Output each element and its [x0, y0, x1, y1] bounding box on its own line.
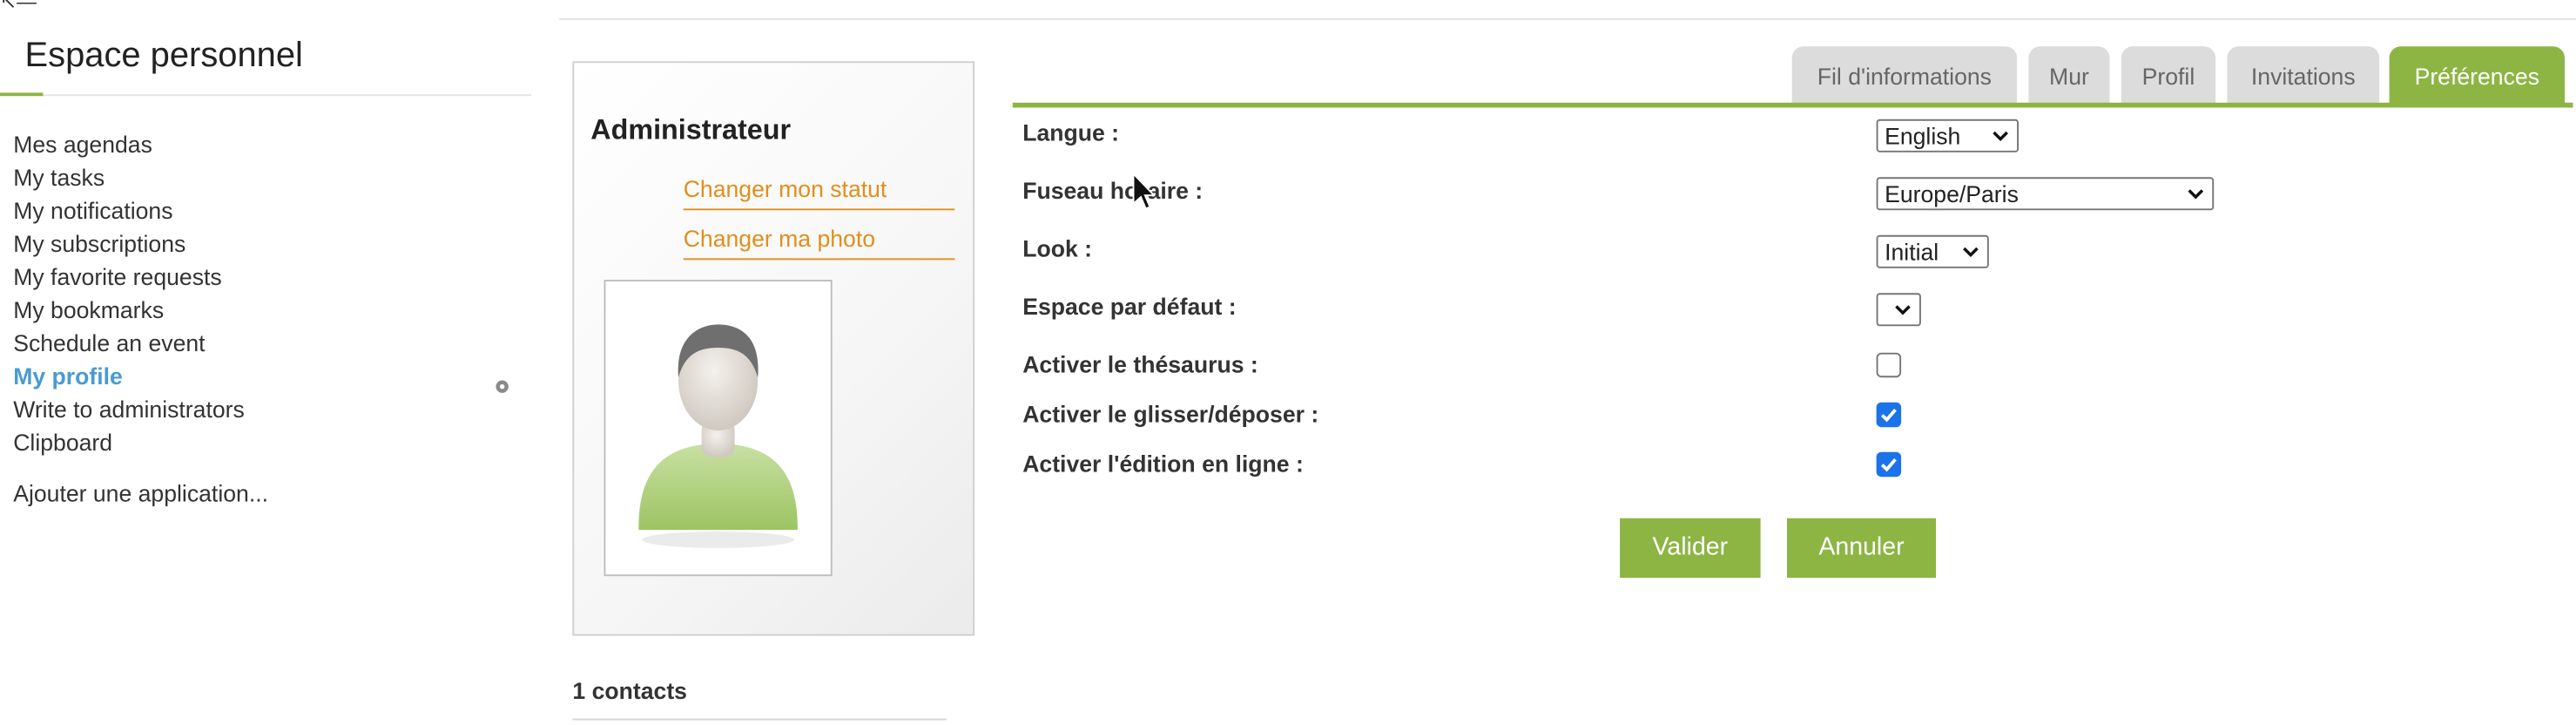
- chevron-down-icon: [1895, 305, 1911, 315]
- sidebar-item-my-notifications[interactable]: My notifications: [13, 193, 245, 227]
- checkmark-icon: [1880, 409, 1897, 423]
- language-select[interactable]: English: [1876, 119, 2019, 152]
- profile-name: Administrateur: [590, 114, 792, 146]
- sidebar-item-write-to-administrators[interactable]: Write to administrators: [13, 392, 245, 425]
- sidebar-item-my-favorite-requests[interactable]: My favorite requests: [13, 260, 245, 293]
- corner-glyph: ↖—: [0, 0, 37, 14]
- online-edit-label: Activer l'édition en ligne :: [1022, 450, 1304, 478]
- chevron-down-icon: [1963, 247, 1979, 258]
- gear-icon[interactable]: [495, 379, 509, 394]
- drag-drop-label: Activer le glisser/déposer :: [1022, 400, 1319, 428]
- drag-drop-checkbox[interactable]: [1876, 402, 1902, 428]
- sidebar-item-my-subscriptions[interactable]: My subscriptions: [13, 227, 245, 260]
- sidebar-item-schedule-an-event[interactable]: Schedule an event: [13, 326, 245, 359]
- top-divider: [559, 17, 2576, 20]
- space-title-divider: [0, 94, 531, 97]
- sidebar-item-clipboard[interactable]: Clipboard: [13, 425, 245, 458]
- submit-button[interactable]: Valider: [1620, 518, 1761, 579]
- look-select-value: Initial: [1885, 238, 1939, 265]
- timezone-label: Fuseau horaire :: [1022, 177, 1204, 204]
- user-avatar-icon: [638, 324, 798, 548]
- sidebar-item-my-profile[interactable]: My profile: [13, 359, 245, 392]
- look-label: Look :: [1022, 234, 1092, 262]
- look-select[interactable]: Initial: [1876, 234, 1989, 268]
- tab-preferences[interactable]: Préférences: [2389, 46, 2565, 106]
- timezone-select-value: Europe/Paris: [1885, 180, 2019, 207]
- tab-invitations[interactable]: Invitations: [2227, 46, 2380, 106]
- tab-fil-informations[interactable]: Fil d'informations: [1791, 46, 2018, 106]
- change-status-link[interactable]: Changer mon statut: [683, 175, 955, 211]
- language-label: Langue :: [1022, 119, 1120, 146]
- chevron-down-icon: [2188, 189, 2204, 200]
- tab-mur[interactable]: Mur: [2028, 46, 2110, 106]
- online-edit-checkbox[interactable]: [1876, 451, 1902, 478]
- tab-profil[interactable]: Profil: [2121, 46, 2216, 106]
- space-title-accent: [0, 92, 44, 97]
- change-photo-link[interactable]: Changer ma photo: [683, 225, 955, 261]
- mouse-cursor-icon: [1132, 172, 1156, 210]
- sidebar-item-my-tasks[interactable]: My tasks: [13, 160, 245, 193]
- sidebar-item-mes-agendas[interactable]: Mes agendas: [13, 127, 245, 160]
- sidebar-nav: Mes agendas My tasks My notifications My…: [13, 127, 245, 458]
- cancel-button[interactable]: Annuler: [1787, 518, 1936, 579]
- default-space-select[interactable]: [1876, 293, 1921, 327]
- contacts-divider: [572, 718, 947, 721]
- space-title: Espace personnel: [24, 36, 303, 75]
- chevron-down-icon: [1993, 131, 2008, 142]
- tabs-underline: [1012, 102, 2573, 108]
- add-application-link[interactable]: Ajouter une application...: [13, 480, 268, 506]
- profile-photo: [604, 280, 833, 577]
- checkmark-icon: [1880, 458, 1897, 472]
- sidebar-item-my-bookmarks[interactable]: My bookmarks: [13, 293, 245, 326]
- timezone-select[interactable]: Europe/Paris: [1876, 177, 2215, 211]
- language-select-value: English: [1885, 122, 1961, 149]
- default-space-label: Espace par défaut :: [1022, 293, 1237, 320]
- thesaurus-label: Activer le thésaurus :: [1022, 350, 1258, 378]
- contacts-count: 1 contacts: [572, 677, 687, 704]
- thesaurus-checkbox[interactable]: [1876, 352, 1902, 378]
